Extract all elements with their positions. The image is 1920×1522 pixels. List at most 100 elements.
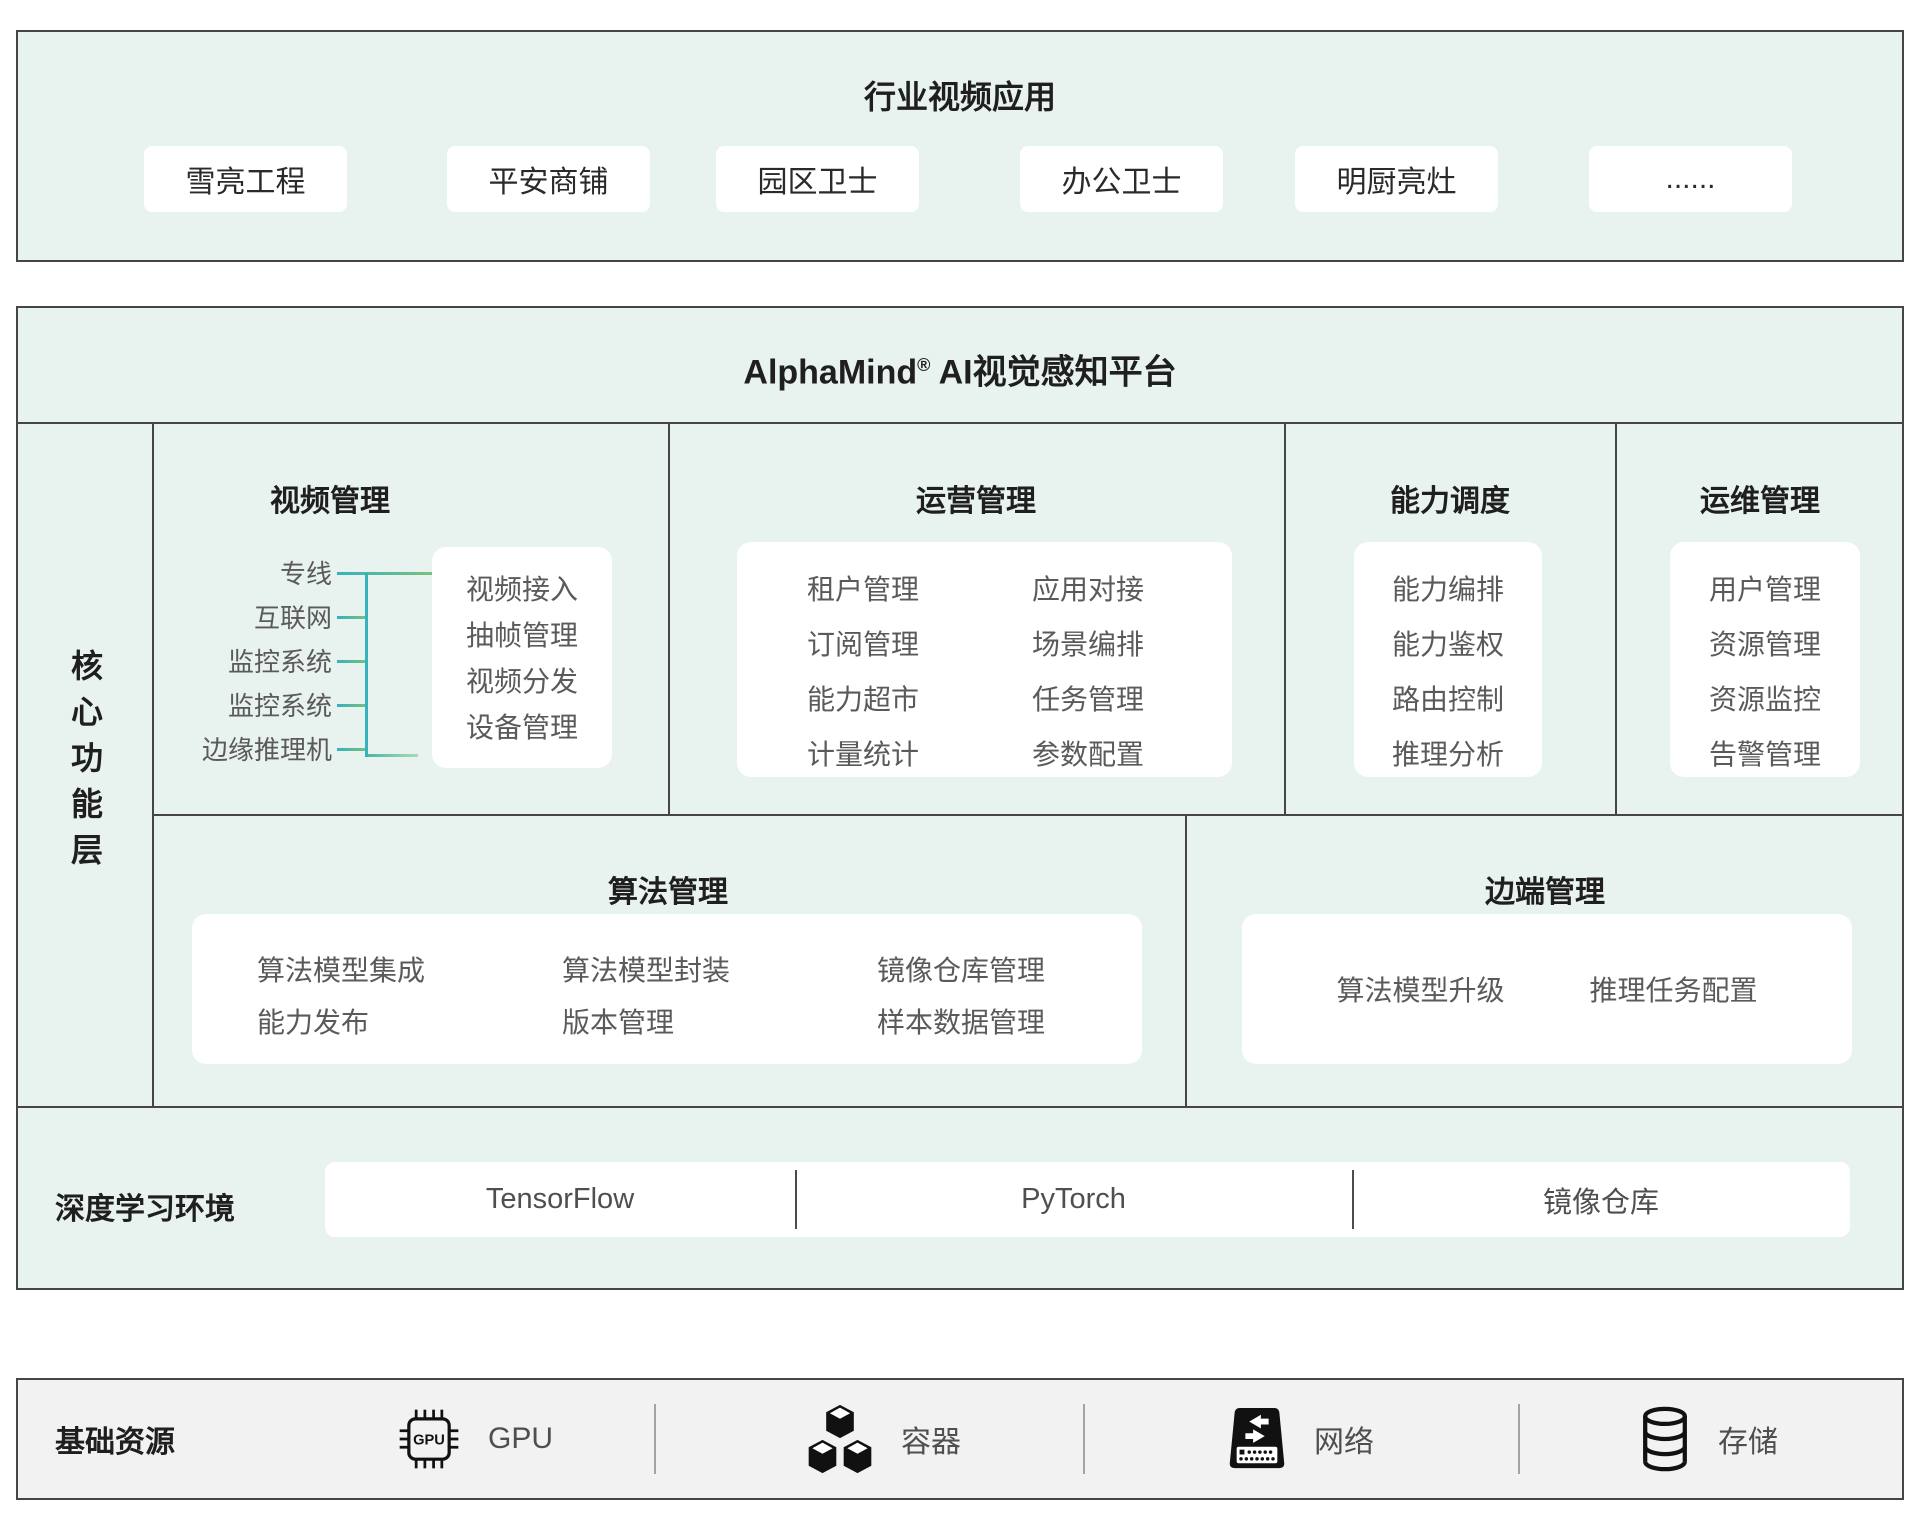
om-management-title: 运维管理 bbox=[1700, 476, 1820, 520]
container-icon bbox=[805, 1403, 875, 1475]
app-chip-more: ...... bbox=[1589, 146, 1792, 212]
app-chip-bangong: 办公卫士 bbox=[1020, 146, 1223, 212]
base-resources-label: 基础资源 bbox=[55, 1380, 175, 1498]
resource-name: 容器 bbox=[901, 1417, 961, 1461]
box-item: 参数配置 bbox=[1032, 727, 1144, 782]
box-item: 能力超市 bbox=[807, 672, 919, 727]
box-item: 租户管理 bbox=[807, 562, 919, 617]
capability-scheduling-title: 能力调度 bbox=[1390, 476, 1510, 520]
box-item: 算法模型封装 bbox=[562, 945, 730, 997]
grid-line bbox=[1284, 422, 1286, 814]
divider bbox=[795, 1170, 797, 1229]
video-source-label: 边缘推理机 bbox=[132, 733, 332, 767]
algorithm-management-title: 算法管理 bbox=[608, 867, 728, 911]
box-item: 应用对接 bbox=[1032, 562, 1144, 617]
platform-band: AlphaMind® AI视觉感知平台 核心功能层 视频管理 专线 互联网 监控… bbox=[16, 306, 1904, 1290]
resource-storage: 存储 bbox=[1638, 1380, 1778, 1498]
operations-management-title: 运营管理 bbox=[916, 476, 1036, 520]
box-item: 能力鉴权 bbox=[1354, 617, 1542, 672]
operations-column-left: 租户管理 订阅管理 能力超市 计量统计 bbox=[807, 562, 919, 782]
box-item: 告警管理 bbox=[1670, 727, 1860, 782]
box-item: 订阅管理 bbox=[807, 617, 919, 672]
divider bbox=[1518, 1404, 1520, 1474]
video-management-title: 视频管理 bbox=[270, 476, 390, 520]
grid-line bbox=[18, 422, 1902, 424]
box-item: 算法模型集成 bbox=[257, 945, 425, 997]
deep-learning-env-bar: TensorFlow PyTorch 镜像仓库 bbox=[325, 1162, 1850, 1237]
gpu-chip-icon: GPU bbox=[396, 1406, 462, 1472]
box-item: 视频分发 bbox=[432, 659, 612, 705]
architecture-diagram: 行业视频应用 雪亮工程 平安商铺 园区卫士 办公卫士 明厨亮灶 ...... A… bbox=[0, 0, 1920, 1522]
grid-line bbox=[668, 422, 670, 814]
deep-learning-env-label: 深度学习环境 bbox=[55, 1184, 235, 1228]
box-item: 抽帧管理 bbox=[432, 613, 612, 659]
resource-gpu: GPU GPU bbox=[396, 1380, 553, 1498]
resource-name: 网络 bbox=[1314, 1417, 1374, 1461]
algorithm-column-3: 镜像仓库管理 样本数据管理 bbox=[877, 945, 1045, 1049]
app-chip-yuanqu: 园区卫士 bbox=[716, 146, 919, 212]
box-item: 镜像仓库管理 bbox=[877, 945, 1045, 997]
platform-title-rest: AI视觉感知平台 bbox=[930, 353, 1176, 391]
box-item: 设备管理 bbox=[432, 705, 612, 751]
industry-apps-title: 行业视频应用 bbox=[18, 72, 1902, 118]
box-item: 能力发布 bbox=[257, 997, 425, 1049]
video-source-label: 专线 bbox=[132, 557, 332, 591]
algorithm-management-box: 算法模型集成 能力发布 算法模型封装 版本管理 镜像仓库管理 样本数据管理 bbox=[192, 914, 1142, 1064]
network-icon bbox=[1226, 1406, 1288, 1472]
edge-management-title: 边端管理 bbox=[1485, 867, 1605, 911]
connector-stub bbox=[368, 754, 418, 757]
video-source-label: 监控系统 bbox=[132, 645, 332, 679]
storage-icon bbox=[1638, 1406, 1692, 1472]
edge-management-box: 算法模型升级 推理任务配置 bbox=[1242, 914, 1852, 1064]
box-item: 路由控制 bbox=[1354, 672, 1542, 727]
video-management-box: 视频接入 抽帧管理 视频分发 设备管理 bbox=[432, 547, 612, 768]
box-item: 能力编排 bbox=[1354, 562, 1542, 617]
dl-env-tensorflow: TensorFlow bbox=[325, 1162, 795, 1237]
app-chip-xueliang: 雪亮工程 bbox=[144, 146, 347, 212]
connector-trunk bbox=[365, 573, 368, 757]
capability-scheduling-box: 能力编排 能力鉴权 路由控制 推理分析 bbox=[1354, 542, 1542, 777]
base-resources-band: 基础资源 GPU GPU bbox=[16, 1378, 1904, 1500]
box-item: 推理分析 bbox=[1354, 727, 1542, 782]
divider bbox=[654, 1404, 656, 1474]
connector-line bbox=[337, 660, 368, 663]
resource-network: 网络 bbox=[1226, 1380, 1374, 1498]
box-item: 用户管理 bbox=[1670, 562, 1860, 617]
grid-line bbox=[1185, 814, 1187, 1106]
connector-line bbox=[337, 616, 368, 619]
box-item: 资源管理 bbox=[1670, 617, 1860, 672]
dl-env-image-repo: 镜像仓库 bbox=[1352, 1162, 1850, 1237]
box-item: 计量统计 bbox=[807, 727, 919, 782]
box-item: 版本管理 bbox=[562, 997, 730, 1049]
box-item: 推理任务配置 bbox=[1590, 969, 1758, 1009]
dl-env-pytorch: PyTorch bbox=[795, 1162, 1352, 1237]
box-item: 视频接入 bbox=[432, 567, 612, 613]
box-item: 场景编排 bbox=[1032, 617, 1144, 672]
video-source-label: 互联网 bbox=[132, 601, 332, 635]
resource-name: 存储 bbox=[1718, 1417, 1778, 1461]
box-item: 任务管理 bbox=[1032, 672, 1144, 727]
grid-line bbox=[152, 814, 1902, 816]
algorithm-column-2: 算法模型封装 版本管理 bbox=[562, 945, 730, 1049]
grid-line bbox=[1615, 422, 1617, 814]
registered-mark: ® bbox=[917, 355, 930, 375]
connector-line bbox=[337, 704, 368, 707]
platform-title-brand: AlphaMind bbox=[743, 353, 917, 391]
industry-apps-band: 行业视频应用 雪亮工程 平安商铺 园区卫士 办公卫士 明厨亮灶 ...... bbox=[16, 30, 1904, 262]
connector-line bbox=[337, 572, 432, 575]
operations-column-right: 应用对接 场景编排 任务管理 参数配置 bbox=[1032, 562, 1144, 782]
box-item: 资源监控 bbox=[1670, 672, 1860, 727]
app-chip-mingchu: 明厨亮灶 bbox=[1295, 146, 1498, 212]
resource-container: 容器 bbox=[805, 1380, 961, 1498]
algorithm-column-1: 算法模型集成 能力发布 bbox=[257, 945, 425, 1049]
app-chip-pingan: 平安商铺 bbox=[447, 146, 650, 212]
platform-title: AlphaMind® AI视觉感知平台 bbox=[18, 308, 1902, 422]
resource-name: GPU bbox=[488, 1422, 553, 1456]
connector-line bbox=[337, 748, 368, 751]
box-item: 算法模型升级 bbox=[1336, 969, 1504, 1009]
grid-line bbox=[18, 1106, 1902, 1108]
box-item: 样本数据管理 bbox=[877, 997, 1045, 1049]
operations-management-box: 租户管理 订阅管理 能力超市 计量统计 应用对接 场景编排 任务管理 参数配置 bbox=[737, 542, 1232, 777]
gpu-chip-text: GPU bbox=[413, 1433, 445, 1449]
divider bbox=[1352, 1170, 1354, 1229]
